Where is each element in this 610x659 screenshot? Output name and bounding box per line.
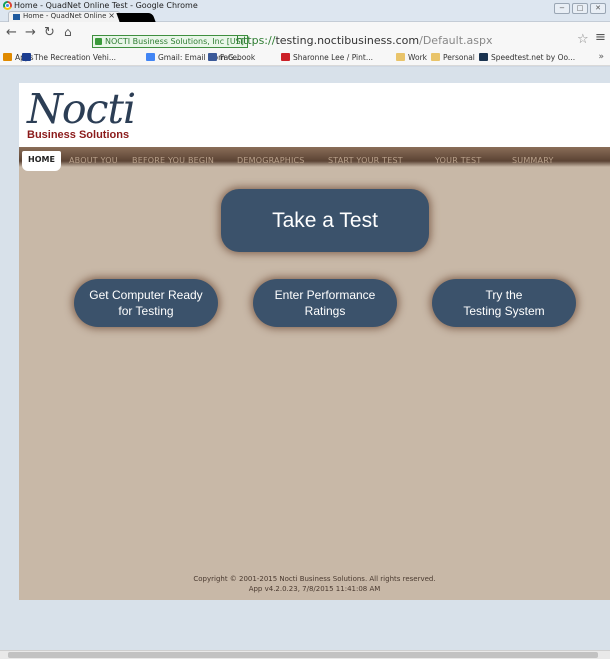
security-badge[interactable]: NOCTI Business Solutions, Inc [US] <box>92 35 248 48</box>
button-line: Enter Performance <box>274 288 376 302</box>
site-footer: Copyright © 2001-2015 Nocti Business Sol… <box>19 574 610 594</box>
nav-item-summary[interactable]: SUMMARY <box>512 156 554 165</box>
button-line: for Testing <box>118 304 174 318</box>
nocti-logo[interactable]: Nocti <box>27 85 136 133</box>
bookmark-label: Sharonne Lee / Pint... <box>293 53 373 62</box>
window-title: Home - QuadNet Online Test - Google Chro… <box>14 1 198 10</box>
google-icon <box>146 53 155 61</box>
bookmark-star-icon[interactable]: ☆ <box>577 32 589 47</box>
bookmark-label: Work <box>408 53 427 62</box>
nav-item-before-you-begin[interactable]: BEFORE YOU BEGIN <box>132 156 214 165</box>
footer-copyright: Copyright © 2001-2015 Nocti Business Sol… <box>193 575 436 583</box>
nav-item-demographics[interactable]: DEMOGRAPHICS <box>237 156 305 165</box>
tab-label: Home - QuadNet Online <box>23 12 107 20</box>
new-tab-button[interactable] <box>116 13 156 22</box>
bookmark-label: Speedtest.net by Oo... <box>491 53 576 62</box>
url-host: testing.noctibusiness.com <box>275 34 420 47</box>
button-line: Testing System <box>463 304 545 318</box>
bookmark-label: Facebook <box>220 53 256 62</box>
page-viewport: Nocti Business Solutions HOME ABOUT YOU B… <box>0 67 610 650</box>
bookmark-item[interactable]: Personal <box>431 53 475 62</box>
scrollbar-thumb[interactable] <box>8 652 598 658</box>
site-nav: HOME ABOUT YOU BEFORE YOU BEGIN DEMOGRAPHI… <box>19 147 610 171</box>
rv-icon <box>22 53 31 61</box>
tab-home[interactable]: Home - QuadNet Online × <box>8 11 120 22</box>
folder-icon <box>396 53 405 61</box>
page-favicon-icon <box>13 14 20 20</box>
url-scheme: https:// <box>236 34 276 47</box>
pinterest-icon <box>281 53 290 61</box>
button-line: Get Computer Ready <box>89 288 203 302</box>
bookmarks-bar: AppsThe Recreation Vehi...Gmail: Email f… <box>0 51 610 66</box>
bookmark-item[interactable]: Work <box>396 53 427 62</box>
speedtest-icon <box>479 53 488 61</box>
tab-close-icon[interactable]: × <box>108 11 115 20</box>
button-line: Ratings <box>304 304 346 318</box>
logo-subtitle: Business Solutions <box>27 129 130 141</box>
apps-grid-icon <box>3 53 12 61</box>
nav-item-your-test[interactable]: YOUR TEST <box>435 156 481 165</box>
footer-version: App v4.2.0.23, 7/8/2015 11:41:08 AM <box>248 585 381 593</box>
nav-home[interactable]: HOME <box>22 151 61 171</box>
forward-arrow-icon[interactable]: → <box>25 25 36 40</box>
site-container: Nocti Business Solutions HOME ABOUT YOU B… <box>19 83 610 600</box>
url-text[interactable]: https://testing.noctibusiness.com/Defaul… <box>236 34 492 47</box>
bookmark-item[interactable]: Sharonne Lee / Pint... <box>281 53 373 62</box>
horizontal-scrollbar[interactable] <box>0 650 610 659</box>
bookmark-label: The Recreation Vehi... <box>34 53 116 62</box>
button-line: Try the <box>485 288 523 302</box>
browser-toolbar: ← → ↻ ⌂ NOCTI Business Solutions, Inc [U… <box>0 22 610 51</box>
reload-icon[interactable]: ↻ <box>44 25 55 40</box>
bookmarks-more-icon[interactable]: » <box>598 52 604 62</box>
bookmark-label: Personal <box>443 53 475 62</box>
url-path: /Default.aspx <box>419 34 493 47</box>
chrome-logo-icon <box>3 1 12 10</box>
bookmark-item[interactable]: Facebook <box>208 53 255 62</box>
bookmark-item[interactable]: The Recreation Vehi... <box>22 53 116 62</box>
folder-icon <box>431 53 440 61</box>
nav-item-start-your-test[interactable]: START YOUR TEST <box>328 156 403 165</box>
menu-icon[interactable]: ≡ <box>595 30 606 45</box>
security-label: NOCTI Business Solutions, Inc [US] <box>105 37 244 46</box>
try-testing-system-button[interactable]: Try the Testing System <box>432 279 576 327</box>
facebook-icon <box>208 53 217 61</box>
bookmark-item[interactable]: Speedtest.net by Oo... <box>479 53 575 62</box>
take-a-test-button[interactable]: Take a Test <box>221 189 429 252</box>
back-arrow-icon[interactable]: ← <box>6 25 17 40</box>
get-computer-ready-button[interactable]: Get Computer Ready for Testing <box>74 279 218 327</box>
lock-icon <box>95 38 102 45</box>
site-header: Nocti Business Solutions <box>19 83 610 147</box>
home-icon[interactable]: ⌂ <box>64 25 72 39</box>
enter-performance-ratings-button[interactable]: Enter Performance Ratings <box>253 279 397 327</box>
tab-strip: Home - QuadNet Online × <box>0 11 610 22</box>
nav-item-about-you[interactable]: ABOUT YOU <box>69 156 118 165</box>
